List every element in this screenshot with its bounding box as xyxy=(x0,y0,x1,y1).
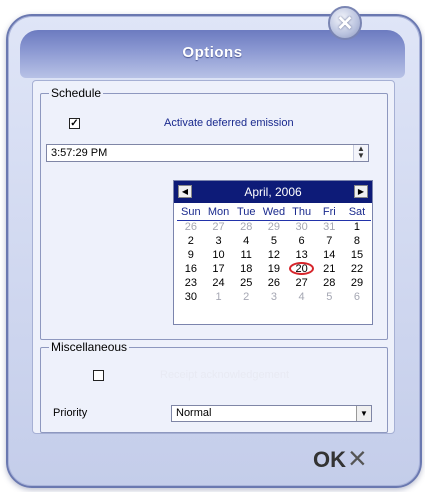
dialog-title: Options xyxy=(182,44,243,61)
weekday-label: Sat xyxy=(348,206,366,218)
calendar-day[interactable]: 6 xyxy=(288,235,316,249)
activate-deferred-checkbox[interactable]: ✓ xyxy=(69,118,80,129)
calendar-week-row: 2345678 xyxy=(177,235,371,249)
calendar-week-row: 26 27 28 29 30 31 1 xyxy=(177,221,371,235)
next-month-button[interactable]: ▶ xyxy=(354,185,368,198)
calendar-day[interactable]: 12 xyxy=(260,249,288,263)
calendar-day[interactable]: 13 xyxy=(288,249,316,263)
calendar-day[interactable]: 10 xyxy=(205,249,233,263)
calendar-day[interactable]: 14 xyxy=(315,249,343,263)
calendar-day[interactable]: 24 xyxy=(205,277,233,291)
calendar-day[interactable]: 19 xyxy=(260,263,288,277)
prev-month-button[interactable]: ◀ xyxy=(178,185,192,198)
calendar-week-row: 30 1 2 3 4 5 6 xyxy=(177,291,371,305)
time-input[interactable]: 3:57:29 PM ▲ ▼ xyxy=(46,144,369,162)
calendar-day[interactable]: 11 xyxy=(232,249,260,263)
date-calendar[interactable]: ◀ April, 2006 ▶ Sun Mon Tue Wed Thu Fri Sat 26 2… xyxy=(173,180,373,325)
cancel-button[interactable]: × xyxy=(348,442,367,474)
calendar-day[interactable]: 20 xyxy=(288,262,316,277)
calendar-day[interactable]: 28 xyxy=(232,221,260,235)
calendar-day[interactable]: 3 xyxy=(205,235,233,249)
receipt-ack-label: Receipt acknowledgement xyxy=(160,369,290,381)
priority-select[interactable]: Normal ▼ xyxy=(171,405,372,422)
calendar-day[interactable]: 29 xyxy=(260,221,288,235)
calendar-day[interactable]: 3 xyxy=(260,291,288,305)
calendar-day[interactable]: 29 xyxy=(343,277,371,291)
calendar-day[interactable]: 28 xyxy=(315,277,343,291)
priority-label: Priority xyxy=(53,407,88,419)
close-icon: ✕ xyxy=(336,12,354,35)
calendar-day[interactable]: 5 xyxy=(315,291,343,305)
calendar-day[interactable]: 6 xyxy=(343,291,371,305)
chevron-down-icon[interactable]: ▼ xyxy=(356,406,371,421)
weekday-label: Tue xyxy=(236,206,256,218)
calendar-day[interactable]: 1 xyxy=(343,221,371,235)
calendar-day[interactable]: 2 xyxy=(177,235,205,249)
calendar-day[interactable]: 27 xyxy=(288,277,316,291)
calendar-day[interactable]: 2 xyxy=(232,291,260,305)
close-button[interactable]: ✕ xyxy=(328,6,362,40)
calendar-day[interactable]: 25 xyxy=(232,277,260,291)
calendar-day[interactable]: 21 xyxy=(315,263,343,277)
calendar-day[interactable]: 22 xyxy=(343,263,371,277)
weekday-label: Mon xyxy=(207,206,230,218)
calendar-day[interactable]: 7 xyxy=(315,235,343,249)
calendar-day[interactable]: 30 xyxy=(177,291,205,305)
calendar-day[interactable]: 27 xyxy=(205,221,233,235)
calendar-day[interactable]: 5 xyxy=(260,235,288,249)
weekday-header-row: Sun Mon Tue Wed Thu Fri Sat xyxy=(177,206,371,221)
calendar-day[interactable]: 17 xyxy=(205,263,233,277)
calendar-header: ◀ April, 2006 ▶ xyxy=(174,181,372,203)
calendar-day[interactable]: 8 xyxy=(343,235,371,249)
calendar-day[interactable]: 4 xyxy=(232,235,260,249)
calendar-day[interactable]: 9 xyxy=(177,249,205,263)
ok-button[interactable]: OK xyxy=(313,447,346,473)
calendar-week-row: 16 17 18 19 20 21 22 xyxy=(177,262,371,277)
calendar-day[interactable]: 16 xyxy=(177,263,205,277)
calendar-month-label: April, 2006 xyxy=(244,185,302,199)
calendar-day[interactable]: 18 xyxy=(232,263,260,277)
receipt-ack-checkbox[interactable] xyxy=(93,370,104,381)
calendar-day[interactable]: 4 xyxy=(288,291,316,305)
activate-deferred-label: Activate deferred emission xyxy=(164,117,294,129)
weekday-label: Thu xyxy=(292,206,312,218)
calendar-day[interactable]: 15 xyxy=(343,249,371,263)
weekday-label: Wed xyxy=(262,206,286,218)
schedule-group-label: Schedule xyxy=(49,86,104,100)
weekday-label: Sun xyxy=(181,206,201,218)
calendar-day[interactable]: 26 xyxy=(177,221,205,235)
calendar-day[interactable]: 1 xyxy=(205,291,233,305)
calendar-week-row: 9 10 11 12 13 14 15 xyxy=(177,249,371,263)
calendar-day[interactable]: 30 xyxy=(288,221,316,235)
misc-group-label: Miscellaneous xyxy=(49,340,130,354)
time-spinner[interactable]: ▲ ▼ xyxy=(353,145,368,161)
calendar-week-row: 23 24 25 26 27 28 29 xyxy=(177,277,371,291)
weekday-label: Fri xyxy=(322,206,336,218)
calendar-day[interactable]: 23 xyxy=(177,277,205,291)
calendar-day[interactable]: 26 xyxy=(260,277,288,291)
calendar-grid: Sun Mon Tue Wed Thu Fri Sat 26 27 28 29 30 31 1 2 3 4 5 6 7… xyxy=(177,206,371,305)
calendar-day[interactable]: 31 xyxy=(315,221,343,235)
